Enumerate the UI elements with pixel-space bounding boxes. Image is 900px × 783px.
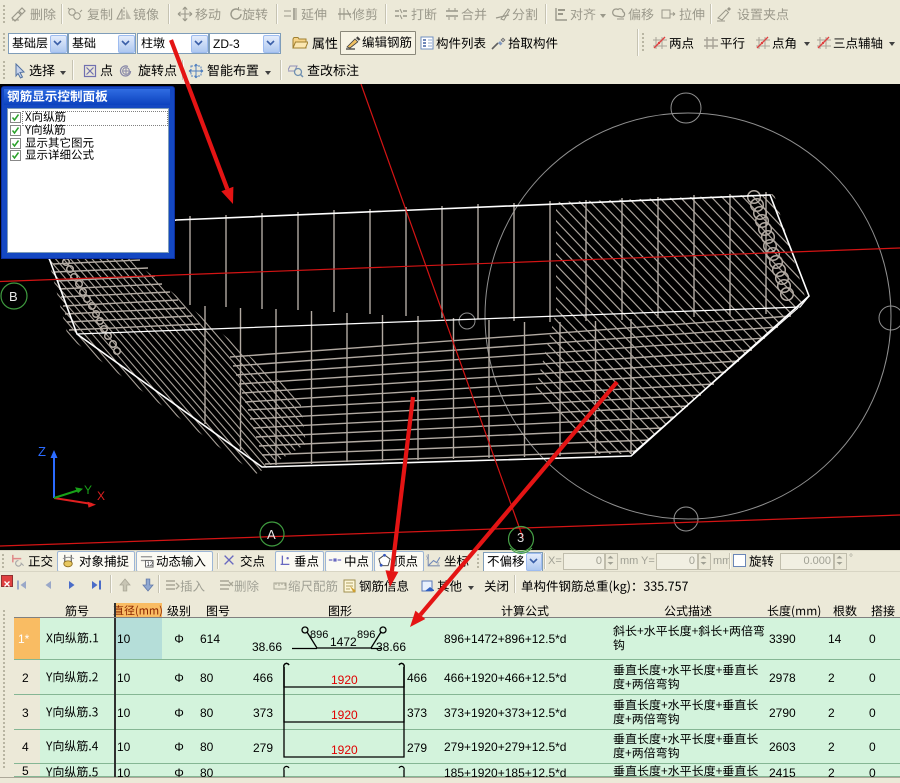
svg-text:X: X bbox=[97, 489, 105, 503]
svg-text:1472: 1472 bbox=[330, 635, 357, 649]
svg-text:466: 466 bbox=[407, 671, 427, 685]
svg-text:B: B bbox=[9, 289, 18, 304]
svg-text:896: 896 bbox=[357, 629, 375, 641]
svg-text:Z: Z bbox=[38, 444, 46, 459]
svg-text:38.66: 38.66 bbox=[376, 640, 406, 654]
svg-text:38.66: 38.66 bbox=[252, 640, 282, 654]
svg-text:373: 373 bbox=[253, 706, 273, 720]
svg-text:Y: Y bbox=[84, 483, 92, 497]
svg-text:279: 279 bbox=[407, 741, 427, 755]
svg-text:y: y bbox=[426, 554, 429, 560]
svg-text:x: x bbox=[437, 561, 440, 567]
svg-text:373: 373 bbox=[407, 706, 427, 720]
svg-text:1920: 1920 bbox=[331, 673, 358, 687]
svg-text:A: A bbox=[267, 527, 276, 542]
svg-text:279: 279 bbox=[253, 741, 273, 755]
svg-text:1920: 1920 bbox=[331, 743, 358, 757]
svg-text:896: 896 bbox=[310, 629, 328, 641]
svg-text:466: 466 bbox=[253, 671, 273, 685]
svg-text:1920: 1920 bbox=[331, 708, 358, 722]
svg-text:12: 12 bbox=[147, 561, 154, 568]
